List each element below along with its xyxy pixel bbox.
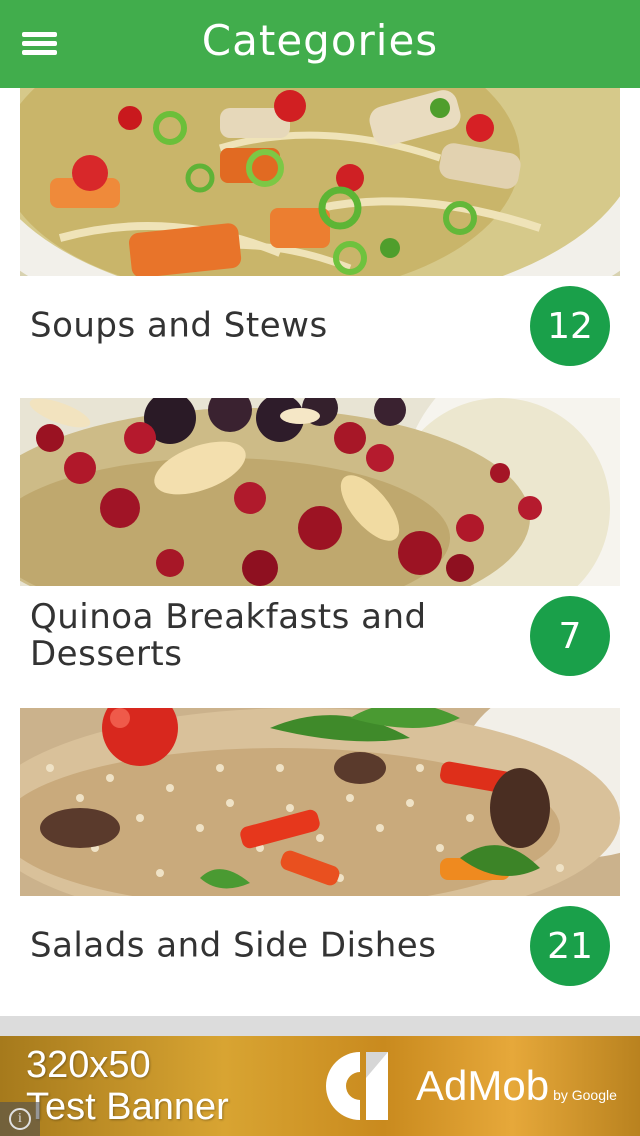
page-title: Categories — [201, 15, 439, 65]
category-label: Soups and Stews — [30, 305, 328, 346]
app-header: Categories — [0, 0, 640, 88]
soup-photo[interactable] — [20, 88, 620, 276]
category-footer: Salads and Side Dishes 21 — [20, 896, 620, 996]
recipe-count-badge: 7 — [530, 596, 610, 676]
recipe-count-badge: 21 — [530, 906, 610, 986]
admob-logo-icon — [326, 1052, 388, 1120]
quinoa-salad-image — [20, 708, 620, 896]
category-label: Salads and Side Dishes — [30, 925, 437, 966]
app-screen: Categories Soups and Stews 12 Quinoa Bre… — [0, 0, 640, 1136]
quinoa-porridge-image — [20, 398, 620, 586]
ad-container: 320x50 Test Banner AdMob by Google i — [0, 1016, 640, 1136]
ad-text: 320x50 Test Banner — [26, 1044, 229, 1128]
info-icon: i — [9, 1108, 31, 1130]
category-card-quinoa-breakfasts[interactable]: Quinoa Breakfasts and Desserts 7 — [20, 398, 620, 686]
hamburger-menu-icon[interactable] — [22, 30, 58, 56]
menu-bar — [22, 50, 57, 55]
ad-banner[interactable]: 320x50 Test Banner AdMob by Google i — [0, 1036, 640, 1136]
category-card-soups[interactable]: Soups and Stews 12 — [20, 88, 620, 376]
category-card-salads[interactable]: Salads and Side Dishes 21 — [20, 708, 620, 996]
menu-bar — [22, 32, 57, 37]
ad-brand-name: AdMob — [416, 1062, 550, 1109]
category-label: Quinoa Breakfasts and Desserts — [30, 597, 427, 674]
category-list[interactable]: Soups and Stews 12 Quinoa Breakfasts and… — [0, 88, 640, 1016]
quinoa-porridge-photo[interactable] — [20, 398, 620, 586]
quinoa-salad-photo[interactable] — [20, 708, 620, 896]
ad-brand: AdMob by Google — [416, 1062, 617, 1110]
menu-bar — [22, 41, 57, 46]
ad-line-size: 320x50 — [26, 1044, 151, 1086]
category-footer: Soups and Stews 12 — [20, 276, 620, 376]
soup-photo-image — [20, 88, 620, 276]
ad-line-test-banner: Test Banner — [26, 1086, 229, 1128]
recipe-count-badge: 12 — [530, 286, 610, 366]
ad-info-button[interactable]: i — [0, 1102, 40, 1136]
category-footer: Quinoa Breakfasts and Desserts 7 — [20, 586, 620, 686]
ad-brand-suffix: by Google — [553, 1087, 617, 1103]
